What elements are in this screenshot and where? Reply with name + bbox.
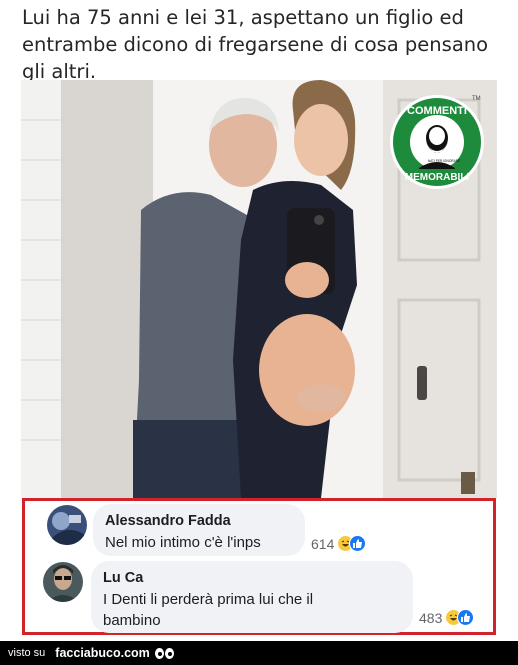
reaction-count: 614 xyxy=(311,535,335,552)
trademark-mark: TM xyxy=(472,96,481,102)
post-caption: Lui ha 75 anni e lei 31, aspettano un fi… xyxy=(22,6,489,83)
watermark-footer: visto su facciabuco.com xyxy=(0,641,518,665)
footer-seen-label: visto su xyxy=(8,647,46,659)
comment-reactions[interactable]: 483 xyxy=(419,609,475,626)
comment-author[interactable]: Alessandro Fadda xyxy=(105,512,293,530)
comment-reactions[interactable]: 614 xyxy=(311,535,367,552)
like-icon xyxy=(457,609,475,626)
like-icon xyxy=(349,535,367,552)
avatar-image-1 xyxy=(47,505,87,545)
commenti-memorabili-logo: COMMENTI MEMORABILI NATI PER IGNORARE xyxy=(389,94,485,190)
logo-center-text: NATI PER IGNORARE xyxy=(428,159,460,163)
footer-site-link[interactable]: facciabuco.com xyxy=(55,646,149,660)
reaction-count: 483 xyxy=(419,609,443,626)
comment-avatar[interactable] xyxy=(43,562,83,602)
logo-bottom-text: MEMORABILI xyxy=(405,172,470,183)
comment-avatar[interactable] xyxy=(47,505,87,545)
logo-top-text: COMMENTI xyxy=(407,105,467,117)
highlighted-comments-box: Alessandro Fadda Nel mio intimo c'è l'in… xyxy=(22,498,496,635)
comment-text: I Denti li perderà prima lui che il bamb… xyxy=(103,591,314,629)
comment-author[interactable]: Lu Ca xyxy=(103,569,401,587)
comment-bubble[interactable]: Alessandro Fadda Nel mio intimo c'è l'in… xyxy=(93,504,305,556)
avatar-image-2 xyxy=(43,562,83,602)
comment-bubble[interactable]: Lu Ca I Denti li perderà prima lui che i… xyxy=(91,561,413,633)
eyes-icon xyxy=(154,647,174,659)
comment-text: Nel mio intimo c'è l'inps xyxy=(105,534,261,551)
